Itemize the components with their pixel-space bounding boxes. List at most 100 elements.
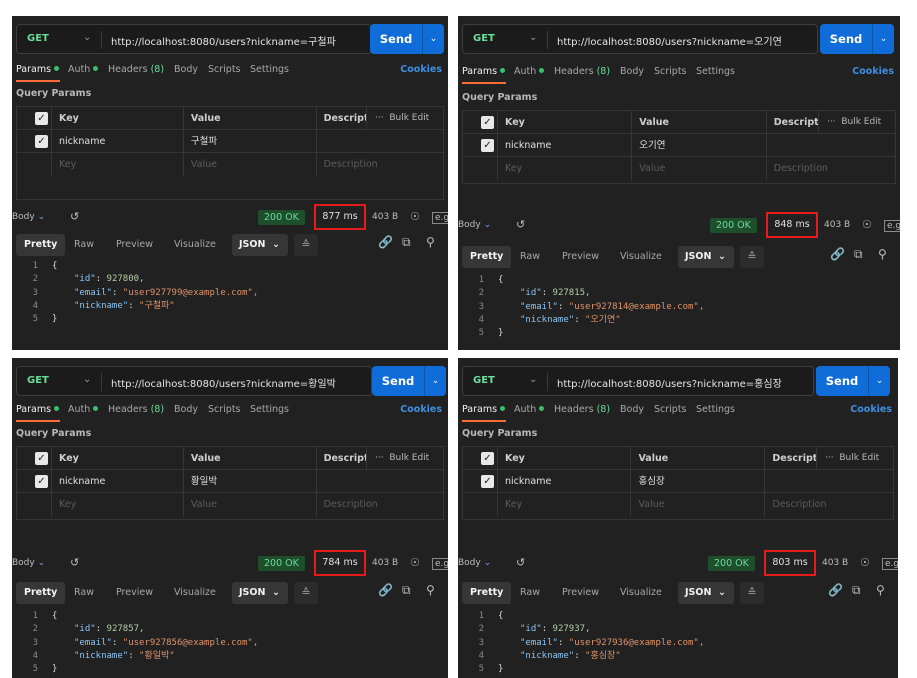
bulk-edit-button[interactable]: ··· Bulk Edit (375, 447, 429, 470)
param-description-cell[interactable] (767, 134, 895, 157)
save-response-icon[interactable]: e.g (432, 212, 448, 224)
tab-auth[interactable]: Auth (68, 64, 99, 75)
tab-settings[interactable]: Settings (696, 66, 735, 77)
search-icon[interactable]: ⚲ (878, 247, 887, 261)
url-input[interactable]: http://localhost:8080/users?nickname=구철파 (111, 33, 336, 48)
chevron-down-icon[interactable]: ⌄ (83, 374, 91, 385)
tab-params[interactable]: Params (16, 64, 60, 75)
response-body[interactable]: 1{ 2 "id": 927815, 3 "email": "user927814@… (462, 274, 894, 340)
send-button[interactable]: Send (816, 366, 868, 396)
globe-icon[interactable]: ☉ (410, 210, 420, 223)
cookies-link[interactable]: Cookies (400, 64, 442, 75)
tab-scripts[interactable]: Scripts (654, 404, 687, 415)
tab-raw[interactable]: Raw (520, 246, 540, 268)
copy-icon[interactable]: ⧉ (402, 583, 411, 598)
tab-params[interactable]: Params (462, 404, 506, 415)
chevron-down-icon[interactable]: ⌄ (529, 32, 537, 43)
tab-settings[interactable]: Settings (696, 404, 735, 415)
format-select[interactable]: JSON ⌄ (678, 246, 734, 268)
history-icon[interactable]: ↺ (516, 218, 525, 231)
param-value-cell[interactable]: 오기연 (632, 134, 767, 157)
tab-pretty[interactable]: Pretty (462, 582, 512, 604)
wrap-lines-icon[interactable]: ≙ (740, 582, 764, 604)
bulk-edit-button[interactable]: ··· Bulk Edit (827, 111, 881, 134)
bulk-edit-button[interactable]: ··· Bulk Edit (375, 107, 429, 130)
select-all-checkbox[interactable]: ✓ (481, 452, 494, 465)
tab-preview[interactable]: Preview (562, 246, 599, 268)
description-placeholder[interactable]: Description (317, 493, 443, 516)
param-checkbox[interactable]: ✓ (35, 135, 48, 148)
tab-visualize[interactable]: Visualize (620, 582, 662, 604)
search-icon[interactable]: ⚲ (426, 235, 435, 249)
key-placeholder[interactable]: Key (51, 153, 184, 176)
response-body-label[interactable]: Body ⌄ (12, 212, 45, 222)
tab-settings[interactable]: Settings (250, 404, 289, 415)
send-button[interactable]: Send (370, 24, 422, 54)
tab-raw[interactable]: Raw (74, 582, 94, 604)
tab-headers[interactable]: Headers (8) (554, 404, 610, 415)
wrap-lines-icon[interactable]: ≙ (294, 234, 318, 256)
cookies-link[interactable]: Cookies (400, 404, 442, 415)
send-button[interactable]: Send (820, 24, 872, 54)
link-icon[interactable]: 🔗 (378, 235, 393, 249)
copy-icon[interactable]: ⧉ (402, 235, 411, 250)
tab-raw[interactable]: Raw (74, 234, 94, 256)
tab-raw[interactable]: Raw (520, 582, 540, 604)
value-placeholder[interactable]: Value (184, 493, 317, 516)
format-select[interactable]: JSON ⌄ (232, 234, 288, 256)
param-key-cell[interactable]: nickname (51, 470, 184, 493)
globe-icon[interactable]: ☉ (410, 556, 420, 569)
history-icon[interactable]: ↺ (516, 556, 525, 569)
tab-scripts[interactable]: Scripts (654, 66, 687, 77)
tab-scripts[interactable]: Scripts (208, 404, 241, 415)
select-all-checkbox[interactable]: ✓ (35, 452, 48, 465)
select-all-checkbox[interactable]: ✓ (481, 116, 494, 129)
method-select[interactable]: GET (473, 375, 495, 386)
param-value-cell[interactable]: 황일박 (184, 470, 317, 493)
param-checkbox[interactable]: ✓ (35, 475, 48, 488)
globe-icon[interactable]: ☉ (860, 556, 870, 569)
link-icon[interactable]: 🔗 (828, 583, 843, 597)
tab-headers[interactable]: Headers (8) (108, 64, 164, 75)
tab-visualize[interactable]: Visualize (620, 246, 662, 268)
response-body-label[interactable]: Body ⌄ (12, 558, 45, 568)
tab-scripts[interactable]: Scripts (208, 64, 241, 75)
tab-pretty[interactable]: Pretty (462, 246, 512, 268)
tab-auth[interactable]: Auth (514, 404, 545, 415)
key-placeholder[interactable]: Key (51, 493, 184, 516)
tab-visualize[interactable]: Visualize (174, 582, 216, 604)
history-icon[interactable]: ↺ (70, 210, 79, 223)
response-body-label[interactable]: Body ⌄ (458, 558, 491, 568)
history-icon[interactable]: ↺ (70, 556, 79, 569)
key-placeholder[interactable]: Key (497, 493, 632, 516)
link-icon[interactable]: 🔗 (378, 583, 393, 597)
tab-headers[interactable]: Headers (8) (554, 66, 610, 77)
description-placeholder[interactable]: Description (765, 493, 893, 516)
cookies-link[interactable]: Cookies (850, 404, 892, 415)
tab-body[interactable]: Body (620, 66, 644, 77)
tab-body[interactable]: Body (174, 64, 198, 75)
method-select[interactable]: GET (473, 33, 495, 44)
wrap-lines-icon[interactable]: ≙ (294, 582, 318, 604)
method-select[interactable]: GET (27, 33, 49, 44)
param-key-cell[interactable]: nickname (497, 134, 633, 157)
response-body[interactable]: 1{ 2 "id": 927800, 3 "email": "user927799@… (16, 260, 442, 326)
param-key-cell[interactable]: nickname (51, 130, 184, 153)
send-dropdown-button[interactable]: ⌄ (422, 24, 444, 54)
save-response-icon[interactable]: e.g (882, 558, 898, 570)
response-body[interactable]: 1{ 2 "id": 927937, 3 "email": "user927936@… (462, 610, 892, 676)
param-description-cell[interactable] (317, 130, 443, 153)
search-icon[interactable]: ⚲ (426, 583, 435, 597)
url-input[interactable]: http://localhost:8080/users?nickname=오기연 (557, 33, 782, 48)
param-checkbox[interactable]: ✓ (481, 475, 494, 488)
tab-visualize[interactable]: Visualize (174, 234, 216, 256)
wrap-lines-icon[interactable]: ≙ (740, 246, 764, 268)
param-description-cell[interactable] (317, 470, 443, 493)
response-body[interactable]: 1{ 2 "id": 927857, 3 "email": "user927856@… (16, 610, 442, 676)
format-select[interactable]: JSON ⌄ (678, 582, 734, 604)
param-value-cell[interactable]: 홍심장 (631, 470, 766, 493)
copy-icon[interactable]: ⧉ (852, 583, 861, 598)
tab-headers[interactable]: Headers (8) (108, 404, 164, 415)
globe-icon[interactable]: ☉ (862, 218, 872, 231)
tab-body[interactable]: Body (620, 404, 644, 415)
